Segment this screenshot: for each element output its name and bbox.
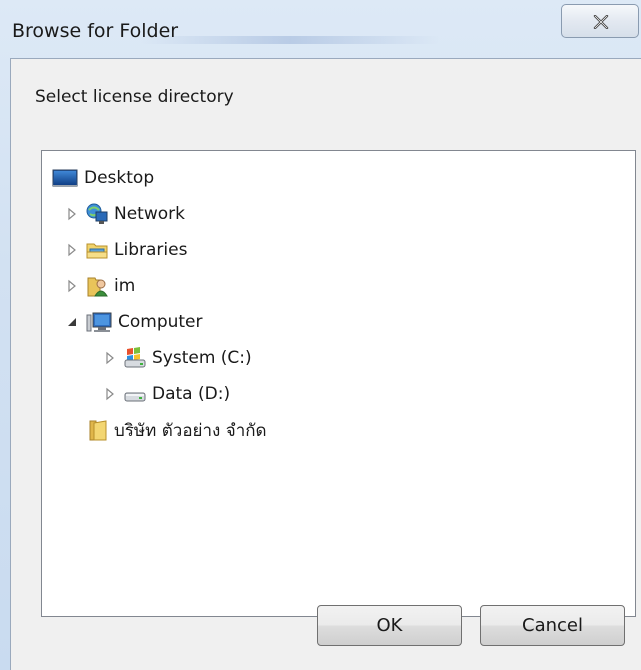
expand-arrow-icon[interactable] xyxy=(102,350,118,366)
expand-arrow-icon[interactable] xyxy=(102,386,118,402)
dialog-client-area: Select license directory Desktop Network… xyxy=(10,58,641,670)
tree-item-label: Network xyxy=(114,204,185,224)
libraries-icon xyxy=(86,239,108,261)
tree-item-label: System (C:) xyxy=(152,348,252,368)
user-folder-icon xyxy=(86,275,108,297)
close-button[interactable] xyxy=(561,4,639,38)
expand-arrow-icon[interactable] xyxy=(64,206,80,222)
tree-item-im[interactable]: im xyxy=(64,271,135,301)
computer-icon xyxy=(86,311,112,333)
title-bar[interactable]: Browse for Folder xyxy=(0,0,641,56)
tree-item-system-c[interactable]: System (C:) xyxy=(102,343,252,373)
tree-item-data-d[interactable]: Data (D:) xyxy=(102,379,230,409)
tree-item-computer[interactable]: Computer xyxy=(64,307,203,337)
expand-arrow-icon[interactable] xyxy=(64,278,80,294)
tree-item-libraries[interactable]: Libraries xyxy=(64,235,187,265)
tree-item-label: Desktop xyxy=(84,168,155,188)
tree-item-label: Computer xyxy=(118,312,203,332)
tree-item-label: im xyxy=(114,276,136,296)
tree-item-label: บริษัท ตัวอย่าง จำกัด xyxy=(114,420,267,441)
folder-icon xyxy=(86,419,108,441)
tree-item-label: Libraries xyxy=(114,240,188,260)
tree-item-company-folder[interactable]: บริษัท ตัวอย่าง จำกัด xyxy=(86,415,267,445)
desktop-icon xyxy=(52,167,78,189)
expand-arrow-icon[interactable] xyxy=(64,242,80,258)
title-blur-decoration xyxy=(140,36,440,44)
browse-for-folder-dialog: Browse for Folder Select license directo… xyxy=(0,0,641,670)
tree-item-network[interactable]: Network xyxy=(64,199,185,229)
tree-item-label: Data (D:) xyxy=(152,384,231,404)
collapse-arrow-icon[interactable] xyxy=(64,314,80,330)
close-icon xyxy=(593,15,609,29)
system-drive-icon xyxy=(124,347,146,369)
cancel-button[interactable]: Cancel xyxy=(480,605,625,646)
ok-button[interactable]: OK xyxy=(317,605,462,646)
instruction-label: Select license directory xyxy=(35,87,234,107)
tree-item-desktop[interactable]: Desktop xyxy=(52,163,154,193)
network-icon xyxy=(86,203,108,225)
folder-tree[interactable]: Desktop Network Libraries im Computer Sy… xyxy=(41,150,636,617)
drive-icon xyxy=(124,383,146,405)
window-title: Browse for Folder xyxy=(12,20,179,42)
